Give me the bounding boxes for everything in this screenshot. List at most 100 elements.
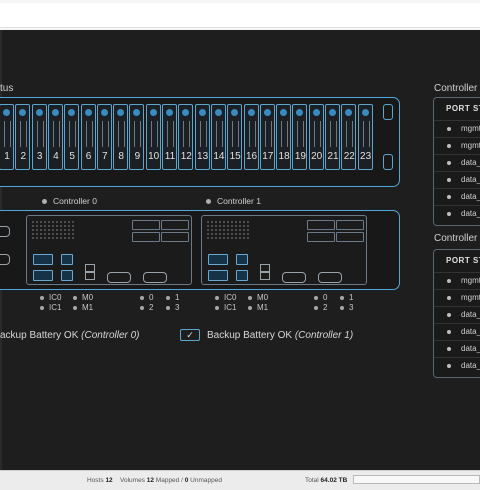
- network-port-small: [236, 270, 248, 281]
- port-led-3: 3: [166, 303, 179, 312]
- address-area: [0, 3, 480, 28]
- port-row[interactable]: mgmt: [434, 137, 480, 154]
- led-ic1: IC1: [40, 303, 61, 312]
- led-ic0: IC0: [215, 293, 236, 302]
- status-section-label: tus: [0, 83, 14, 94]
- usb-port: [260, 272, 270, 280]
- drive-led: [198, 109, 206, 116]
- port-row[interactable]: data_: [434, 306, 480, 323]
- drive-led: [231, 109, 239, 116]
- network-port: [33, 254, 53, 265]
- drive-led: [133, 109, 141, 116]
- drive-number: 23: [360, 151, 372, 162]
- drive-handle: [232, 121, 240, 147]
- drive-bay-row: 1 2 3 4 5 6 7 8 9 10 11 12 13 14 15 16 17 18 19 20 21 22 23: [0, 104, 383, 176]
- port-led-2: 2: [140, 303, 153, 312]
- drive-bay[interactable]: 4: [47, 104, 63, 170]
- drive-bay[interactable]: 11: [162, 104, 177, 170]
- drive-handle: [183, 121, 191, 147]
- controller-0-label: Controller 0: [42, 196, 97, 206]
- drive-led: [214, 109, 222, 116]
- drive-led: [117, 109, 125, 116]
- drive-bay[interactable]: 14: [210, 104, 226, 170]
- controller-0-module[interactable]: [26, 215, 192, 285]
- drive-number: 18: [278, 151, 290, 162]
- drive-number: 13: [197, 151, 209, 162]
- drive-bay[interactable]: 5: [64, 104, 80, 170]
- usb-port: [85, 264, 95, 272]
- drive-bay[interactable]: 15: [227, 104, 243, 170]
- battery-status-controller-0: ackup Battery OK (Controller 0): [0, 330, 140, 341]
- drive-number: 2: [20, 151, 27, 162]
- drive-bay[interactable]: 21: [325, 104, 340, 170]
- drive-bay[interactable]: 9: [129, 104, 145, 170]
- port-row[interactable]: mgmt: [434, 120, 480, 137]
- port-led-2: 2: [314, 303, 327, 312]
- drive-number: 15: [229, 151, 241, 162]
- drive-led: [51, 109, 59, 116]
- port-row[interactable]: data_: [434, 154, 480, 171]
- drive-number: 14: [213, 151, 225, 162]
- drive-bay[interactable]: 8: [113, 104, 129, 170]
- drive-handle: [20, 121, 28, 147]
- drive-bay[interactable]: 3: [31, 104, 47, 170]
- drive-bay[interactable]: 7: [96, 104, 112, 170]
- drive-led: [84, 109, 92, 116]
- port-row[interactable]: data_: [434, 188, 480, 205]
- drive-handle: [199, 121, 207, 147]
- port-row[interactable]: mgmt: [434, 272, 480, 289]
- drive-bay[interactable]: 22: [341, 104, 357, 170]
- total-capacity: Total 64.02 TB: [305, 477, 348, 484]
- drive-handle: [167, 121, 174, 147]
- drive-led: [312, 109, 320, 116]
- shelf-ear-top: [383, 104, 393, 120]
- drive-number: 4: [53, 151, 59, 162]
- drive-led: [3, 109, 10, 116]
- port-led-0: 0: [140, 293, 153, 302]
- drive-bay[interactable]: 1: [0, 104, 14, 170]
- port-led-1: 1: [166, 293, 179, 302]
- drive-handle: [150, 121, 158, 147]
- drive-bay[interactable]: 12: [178, 104, 194, 170]
- port-row[interactable]: data_: [434, 323, 480, 340]
- battery-status-controller-1: Backup Battery OK (Controller 1): [207, 330, 354, 341]
- serial-port: [318, 272, 342, 283]
- drive-number: 5: [69, 151, 75, 162]
- port-row[interactable]: data_: [434, 357, 480, 374]
- controller-1-module[interactable]: [201, 215, 367, 285]
- capacity-bar: [353, 475, 480, 484]
- expansion-slot: [161, 220, 189, 230]
- drive-led: [247, 109, 255, 116]
- port-row[interactable]: data_: [434, 205, 480, 222]
- expansion-slot: [307, 232, 335, 242]
- drive-bay[interactable]: 19: [292, 104, 308, 170]
- drive-bay[interactable]: 20: [308, 104, 324, 170]
- drive-number: 20: [311, 151, 323, 162]
- drive-led: [280, 109, 288, 116]
- drive-led: [68, 109, 76, 116]
- drive-handle: [118, 121, 126, 147]
- drive-bay[interactable]: 2: [15, 104, 31, 170]
- drive-handle: [215, 121, 223, 147]
- port-row[interactable]: data_: [434, 171, 480, 188]
- drive-bay[interactable]: 23: [357, 104, 373, 170]
- drive-led: [100, 109, 108, 116]
- port-row[interactable]: mgmt: [434, 289, 480, 306]
- drive-bay[interactable]: 13: [194, 104, 210, 170]
- port-panel-0-title: Controller 0: [434, 83, 480, 94]
- drive-bay[interactable]: 17: [259, 104, 275, 170]
- port-row[interactable]: data_: [434, 340, 480, 357]
- drive-number: 11: [164, 151, 176, 162]
- drive-bay[interactable]: 18: [276, 104, 292, 170]
- drive-handle: [330, 121, 337, 147]
- drive-bay[interactable]: 6: [80, 104, 96, 170]
- drive-led: [19, 109, 27, 116]
- drive-handle: [248, 121, 256, 147]
- drive-bay[interactable]: 10: [145, 104, 161, 170]
- port-led-3: 3: [340, 303, 353, 312]
- drive-bay[interactable]: 16: [243, 104, 259, 170]
- port-status-panel-controller-0: PORT STA mgmt mgmt data_ data_ data_ dat…: [433, 97, 480, 226]
- drive-number: 16: [245, 151, 258, 162]
- led-ic1: IC1: [215, 303, 236, 312]
- expansion-slot: [132, 232, 160, 242]
